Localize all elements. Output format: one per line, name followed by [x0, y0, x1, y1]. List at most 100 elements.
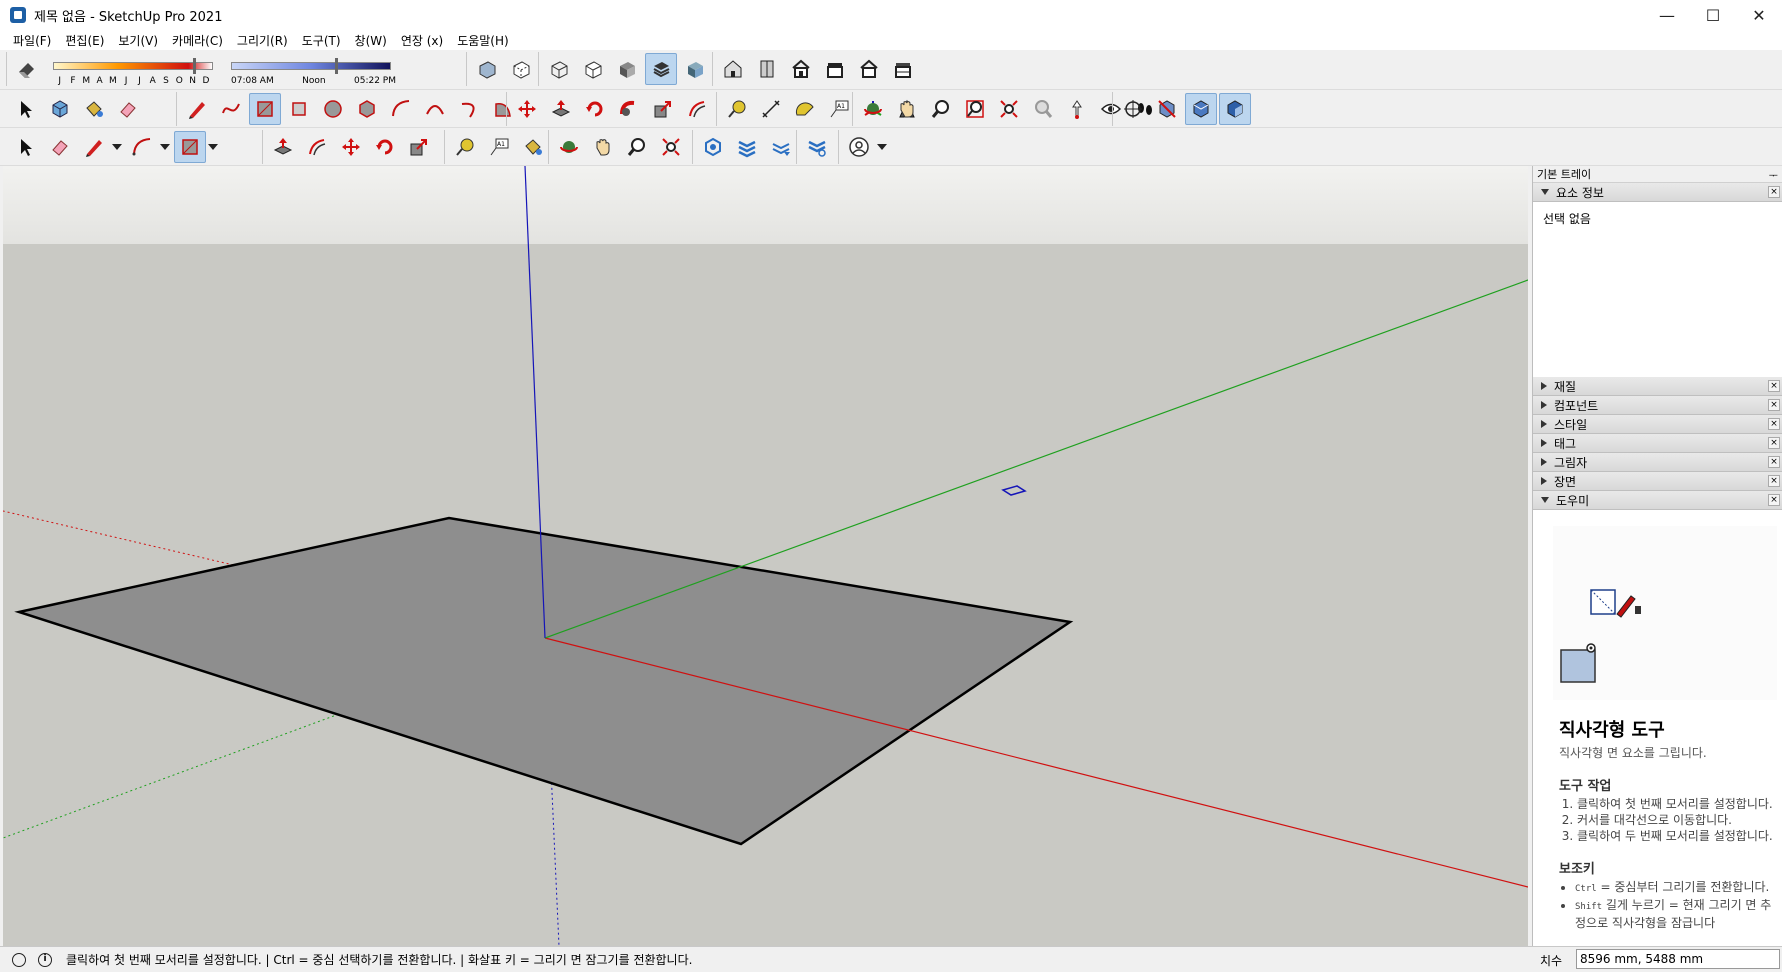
pin-icon[interactable]: ᅮ	[1769, 167, 1778, 182]
menu-camera[interactable]: 카메라(C)	[165, 32, 230, 49]
panel-close-button[interactable]: ×	[1768, 380, 1780, 392]
move-button-2[interactable]	[335, 131, 367, 163]
zoom-extents-button-2[interactable]	[655, 131, 687, 163]
menu-window[interactable]: 창(W)	[348, 32, 394, 49]
zoom-window-button[interactable]	[959, 93, 991, 125]
panel-close-button[interactable]: ×	[1768, 475, 1780, 487]
menu-draw[interactable]: 그리기(R)	[230, 32, 295, 49]
display-section-fill-button[interactable]	[1219, 93, 1251, 125]
back-view-button[interactable]	[853, 53, 885, 85]
iso-view-button[interactable]	[717, 53, 749, 85]
shaded-textures-button[interactable]	[645, 53, 677, 85]
text-button-2[interactable]: A1	[483, 131, 515, 163]
panel-header-shadows[interactable]: 그림자 ×	[1533, 453, 1782, 472]
eraser-button[interactable]	[112, 93, 144, 125]
orbit-button-2[interactable]	[553, 131, 585, 163]
scale-tool-button[interactable]	[647, 93, 679, 125]
panel-close-button[interactable]: ×	[1768, 437, 1780, 449]
modeling-viewport[interactable]	[3, 166, 1528, 946]
offset-button-2[interactable]	[301, 131, 333, 163]
hidden-line-button[interactable]	[577, 53, 609, 85]
panel-close-button[interactable]: ×	[1768, 186, 1780, 198]
close-button[interactable]: ✕	[1736, 0, 1782, 30]
three-point-arc-button[interactable]	[453, 93, 485, 125]
wireframe-button[interactable]	[543, 53, 575, 85]
rectangle-button-2[interactable]	[174, 131, 206, 163]
back-edges-button[interactable]	[505, 53, 537, 85]
push-pull-button-2[interactable]	[267, 131, 299, 163]
arc-button-2[interactable]	[126, 131, 158, 163]
right-view-button[interactable]	[819, 53, 851, 85]
month-slider-thumb[interactable]	[193, 58, 196, 74]
arc-dropdown-button[interactable]	[160, 131, 170, 163]
tape-measure-button[interactable]	[721, 93, 753, 125]
menu-file[interactable]: 파일(F)	[6, 32, 58, 49]
rectangle-dropdown-button[interactable]	[208, 131, 218, 163]
panel-header-tags[interactable]: 태그 ×	[1533, 434, 1782, 453]
scale-button-2[interactable]	[403, 131, 435, 163]
circle-tool-button[interactable]	[317, 93, 349, 125]
eraser-button-2[interactable]	[44, 131, 76, 163]
menu-tools[interactable]: 도구(T)	[295, 32, 348, 49]
shadow-toggle-button[interactable]	[11, 53, 43, 85]
entity-info-header[interactable]: 요소 정보 ×	[1533, 183, 1782, 202]
line-dropdown-button[interactable]	[112, 131, 122, 163]
rotate-button-2[interactable]	[369, 131, 401, 163]
follow-me-button[interactable]	[613, 93, 645, 125]
panel-header-styles[interactable]: 스타일 ×	[1533, 415, 1782, 434]
monochrome-button[interactable]	[679, 53, 711, 85]
panel-header-scenes[interactable]: 장면 ×	[1533, 472, 1782, 491]
front-view-button[interactable]	[785, 53, 817, 85]
polygon-tool-button[interactable]	[351, 93, 383, 125]
arc-tool-button[interactable]	[385, 93, 417, 125]
two-point-arc-button[interactable]	[419, 93, 451, 125]
freehand-button[interactable]	[215, 93, 247, 125]
rectangle-tool-button[interactable]	[249, 93, 281, 125]
account-dropdown-button[interactable]	[877, 131, 887, 163]
zoom-button-2[interactable]	[621, 131, 653, 163]
top-view-button[interactable]	[751, 53, 783, 85]
menu-help[interactable]: 도움말(H)	[450, 32, 516, 49]
instructor-header[interactable]: 도우미 ×	[1533, 491, 1782, 510]
month-slider[interactable]: J F M A M J J A S O N D	[53, 56, 223, 90]
position-camera-button[interactable]	[1061, 93, 1093, 125]
account-button[interactable]	[843, 131, 875, 163]
xray-button[interactable]	[471, 53, 503, 85]
extension-manager-button[interactable]	[801, 131, 833, 163]
pan-button[interactable]	[891, 93, 923, 125]
line-tool-button[interactable]	[181, 93, 213, 125]
info-icon[interactable]: i	[38, 952, 52, 967]
move-tool-button[interactable]	[511, 93, 543, 125]
make-component-button[interactable]	[44, 93, 76, 125]
tape-measure-button-2[interactable]	[449, 131, 481, 163]
rotate-tool-button[interactable]	[579, 93, 611, 125]
3d-warehouse-button[interactable]	[697, 131, 729, 163]
extension-warehouse-button[interactable]	[731, 131, 763, 163]
protractor-button[interactable]	[789, 93, 821, 125]
panel-close-button[interactable]: ×	[1768, 418, 1780, 430]
time-slider[interactable]: 07:08 AM Noon 05:22 PM	[231, 56, 401, 90]
maximize-button[interactable]: ☐	[1690, 0, 1736, 30]
menu-extensions[interactable]: 연장 (x)	[394, 32, 450, 49]
text-tool-button[interactable]: A1	[823, 93, 855, 125]
line-button-2[interactable]	[78, 131, 110, 163]
select-button-2[interactable]	[10, 131, 42, 163]
paint-bucket-button[interactable]	[78, 93, 110, 125]
shaded-button[interactable]	[611, 53, 643, 85]
menu-view[interactable]: 보기(V)	[111, 32, 165, 49]
time-slider-thumb[interactable]	[335, 58, 338, 74]
push-pull-button[interactable]	[545, 93, 577, 125]
offset-tool-button[interactable]	[681, 93, 713, 125]
geo-location-icon[interactable]	[12, 952, 26, 967]
pan-button-2[interactable]	[587, 131, 619, 163]
section-plane-button[interactable]	[1117, 93, 1149, 125]
share-model-button[interactable]	[765, 131, 797, 163]
orbit-button[interactable]	[857, 93, 889, 125]
display-section-cuts-button[interactable]	[1185, 93, 1217, 125]
measurements-box[interactable]: 8596 mm, 5488 mm	[1576, 949, 1780, 969]
select-tool-button[interactable]	[10, 93, 42, 125]
dimension-button[interactable]	[755, 93, 787, 125]
paint-bucket-button-2[interactable]	[517, 131, 549, 163]
panel-close-button[interactable]: ×	[1768, 456, 1780, 468]
display-section-planes-button[interactable]	[1151, 93, 1183, 125]
